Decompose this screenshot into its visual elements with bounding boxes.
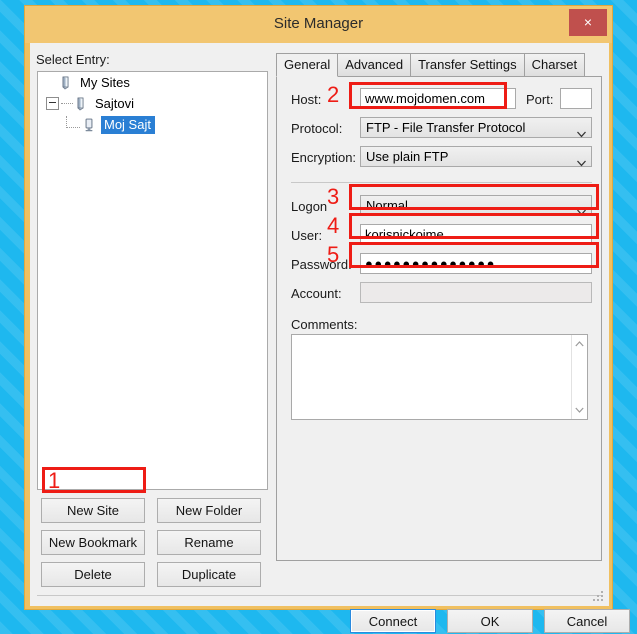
scroll-down-icon[interactable] (572, 403, 587, 417)
user-input[interactable] (360, 224, 592, 245)
chevron-down-icon (577, 124, 586, 138)
title-bar: Site Manager × (25, 6, 612, 43)
site-tree[interactable]: My Sites Sajtovi Moj Sajt (37, 71, 268, 490)
encryption-label: Encryption: (291, 150, 357, 165)
tab-charset[interactable]: Charset (523, 53, 586, 76)
tab-strip: General Advanced Transfer Settings Chars… (276, 53, 586, 77)
delete-button[interactable]: Delete (41, 562, 145, 587)
select-entry-label: Select Entry: (36, 52, 110, 67)
settings-tab-panel: General Advanced Transfer Settings Chars… (276, 53, 602, 561)
comments-scrollbar[interactable] (571, 335, 587, 419)
host-label: Host: (291, 92, 322, 107)
tree-item-label: My Sites (80, 75, 130, 90)
logon-type-value: Normal (366, 198, 408, 213)
logon-type-combo[interactable]: Normal (360, 195, 592, 216)
chevron-down-icon (577, 202, 586, 216)
tab-advanced[interactable]: Advanced (337, 53, 412, 76)
tree-item-label: Moj Sajt (101, 115, 155, 134)
user-label: User: (291, 228, 323, 243)
tree-item-label: Sajtovi (95, 96, 135, 111)
resize-grip-icon[interactable] (593, 591, 605, 603)
rename-button[interactable]: Rename (157, 530, 261, 555)
new-bookmark-button[interactable]: New Bookmark (41, 530, 145, 555)
protocol-combo[interactable]: FTP - File Transfer Protocol (360, 117, 592, 138)
comments-label: Comments: (291, 317, 358, 332)
new-folder-button[interactable]: New Folder (157, 498, 261, 523)
footer-separator (37, 595, 602, 596)
tree-connector (61, 102, 73, 105)
cancel-button[interactable]: Cancel (544, 609, 630, 633)
new-site-button[interactable]: New Site (41, 498, 145, 523)
duplicate-button[interactable]: Duplicate (157, 562, 261, 587)
form-separator (291, 182, 592, 183)
tab-transfer-settings[interactable]: Transfer Settings (410, 53, 525, 76)
tree-item-my-sites[interactable]: My Sites (38, 72, 267, 93)
encryption-combo[interactable]: Use plain FTP (360, 146, 592, 167)
dialog-client-area: Select Entry: My Sites Sajtovi Moj Sajt … (30, 43, 630, 633)
port-input[interactable] (560, 88, 592, 109)
tree-connector (66, 116, 80, 128)
server-folder-icon (59, 75, 75, 91)
password-label: Password: (291, 257, 352, 272)
port-label: Port: (526, 92, 554, 107)
chevron-down-icon (577, 153, 586, 167)
protocol-value: FTP - File Transfer Protocol (366, 120, 526, 135)
password-input[interactable] (360, 253, 592, 274)
host-input[interactable] (360, 88, 516, 109)
account-input (360, 282, 592, 303)
encryption-value: Use plain FTP (366, 149, 449, 164)
protocol-label: Protocol: (291, 121, 343, 136)
tree-item-moj-sajt[interactable]: Moj Sajt (38, 114, 267, 135)
server-folder-icon (74, 96, 90, 112)
server-icon (81, 117, 97, 133)
logon-type-label: Logon (291, 199, 328, 214)
ok-button[interactable]: OK (447, 609, 533, 633)
tab-general[interactable]: General (276, 53, 339, 77)
window-title: Site Manager (273, 15, 364, 32)
connect-button[interactable]: Connect (350, 609, 436, 633)
account-label: Account: (291, 286, 342, 301)
scroll-up-icon[interactable] (572, 337, 587, 351)
close-icon[interactable]: × (569, 9, 607, 36)
tab-content-general: Host: Port: Protocol: FTP - File Transfe… (276, 76, 602, 561)
site-manager-window: Site Manager × Select Entry: My Sites Sa… (24, 5, 630, 633)
tree-item-sajtovi[interactable]: Sajtovi (38, 93, 267, 114)
tree-expander-icon[interactable] (46, 97, 59, 110)
comments-textarea[interactable] (291, 334, 588, 420)
